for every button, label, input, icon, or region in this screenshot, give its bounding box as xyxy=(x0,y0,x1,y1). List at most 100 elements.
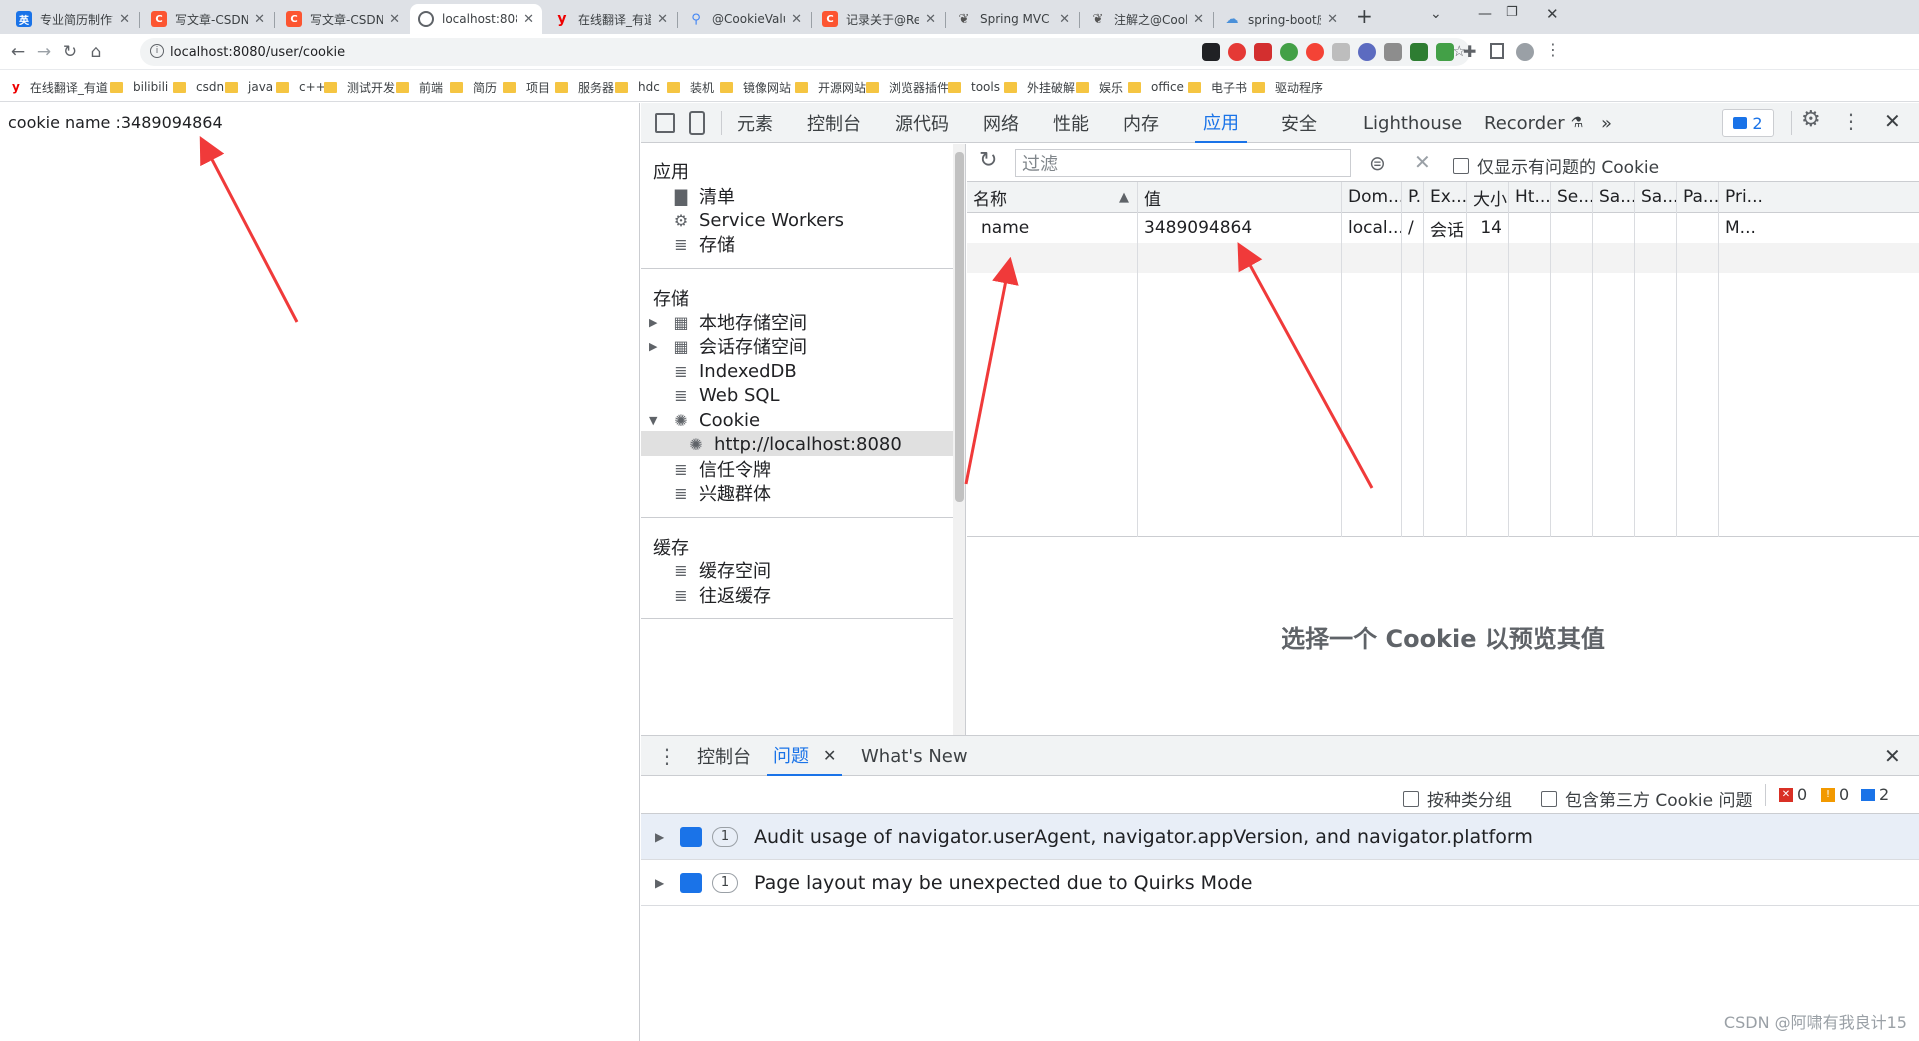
inspect-element-icon[interactable] xyxy=(655,113,675,133)
bookmark-item[interactable]: java xyxy=(225,78,273,96)
column-header-value[interactable]: 值 xyxy=(1138,182,1341,213)
extension-icon[interactable] xyxy=(1436,43,1454,61)
device-toolbar-icon[interactable] xyxy=(689,111,705,135)
extension-icon[interactable] xyxy=(1280,43,1298,61)
column-header-secure[interactable]: Se... xyxy=(1551,182,1592,213)
tab-recorder[interactable]: Recorder ⚗ xyxy=(1484,103,1583,143)
close-icon[interactable]: ✕ xyxy=(119,12,130,27)
extension-icon[interactable] xyxy=(1254,43,1272,61)
back-arrow-icon[interactable]: ← xyxy=(6,40,30,64)
reload-icon[interactable]: ↻ xyxy=(58,40,82,64)
bookmark-item[interactable]: hdc xyxy=(615,78,660,96)
minimize-button[interactable]: — xyxy=(1478,6,1492,22)
extension-icon[interactable] xyxy=(1384,43,1402,61)
column-header-domain[interactable]: Dom... xyxy=(1342,182,1401,213)
browser-tab[interactable]: ❦ Spring MVC @Co ✕ xyxy=(948,4,1078,34)
cookie-priority-cell[interactable]: M... xyxy=(1719,213,1919,243)
drawer-tab-console[interactable]: 控制台 xyxy=(697,736,751,776)
issue-row[interactable]: ▶ 1 Audit usage of navigator.userAgent, … xyxy=(641,814,1919,860)
extension-icon[interactable] xyxy=(1228,43,1246,61)
extension-icon[interactable] xyxy=(1358,43,1376,61)
cookie-domain-cell[interactable]: local... xyxy=(1342,213,1401,243)
column-header-priority[interactable]: Pri... xyxy=(1719,182,1919,213)
collapse-triangle-icon[interactable]: ▼ xyxy=(649,414,657,427)
expand-triangle-icon[interactable]: ▶ xyxy=(655,876,664,890)
bookmark-item[interactable]: csdn xyxy=(173,78,224,96)
kebab-menu-icon[interactable]: ⋮ xyxy=(1841,109,1861,133)
tab-lighthouse[interactable]: Lighthouse xyxy=(1363,103,1462,143)
sidepanel-icon[interactable] xyxy=(1490,43,1504,59)
sidebar-item-cookie-origin[interactable]: ✺ http://localhost:8080 xyxy=(686,430,902,458)
column-header-name[interactable]: 名称 ▲ xyxy=(967,182,1137,213)
issue-row[interactable]: ▶ 1 Page layout may be unexpected due to… xyxy=(641,860,1919,906)
new-tab-button[interactable]: + xyxy=(1356,4,1373,28)
checkbox-box[interactable] xyxy=(1541,790,1557,807)
bookmark-item[interactable]: 驱动程序 xyxy=(1252,78,1323,96)
close-icon[interactable]: ✕ xyxy=(1193,12,1204,27)
expand-triangle-icon[interactable]: ▶ xyxy=(649,340,657,353)
extension-icon[interactable] xyxy=(1332,43,1350,61)
close-tab-icon[interactable]: ✕ xyxy=(823,746,836,765)
bookmark-item[interactable]: bilibili xyxy=(110,78,168,96)
drawer-tab-issues[interactable]: 问题 ✕ xyxy=(767,736,843,776)
column-header-path[interactable]: P. xyxy=(1402,182,1423,213)
bookmark-item[interactable]: 外挂破解 xyxy=(1004,78,1075,96)
tab-console[interactable]: 控制台 xyxy=(807,103,861,143)
bookmark-item[interactable]: y 在线翻译_有道 xyxy=(12,78,108,96)
only-issues-checkbox[interactable]: 仅显示有问题的 Cookie xyxy=(1453,153,1659,178)
bookmark-item[interactable]: 浏览器插件 xyxy=(866,78,949,96)
expand-triangle-icon[interactable]: ▶ xyxy=(655,830,664,844)
tab-network[interactable]: 网络 xyxy=(983,103,1019,143)
close-icon[interactable]: ✕ xyxy=(1327,12,1338,27)
settings-gear-icon[interactable]: ⚙ xyxy=(1801,107,1821,132)
column-header-sameparty[interactable]: Sa... xyxy=(1635,182,1676,213)
issues-counter-button[interactable]: 2 xyxy=(1722,109,1774,137)
sidebar-scrollbar[interactable] xyxy=(953,144,965,735)
bookmark-item[interactable]: 开源网站 xyxy=(795,78,866,96)
sidebar-item-cache-storage[interactable]: ≣ 缓存空间 xyxy=(671,556,771,584)
cookie-expires-cell[interactable]: 会话 xyxy=(1424,213,1466,243)
delete-selected-icon[interactable]: ✕ xyxy=(1414,150,1431,174)
browser-tab[interactable]: C 写文章-CSDN博客 ✕ xyxy=(143,4,273,34)
checkbox-box[interactable] xyxy=(1403,790,1419,807)
bookmark-item[interactable]: c++ xyxy=(276,78,326,96)
expand-triangle-icon[interactable]: ▶ xyxy=(649,316,657,329)
extension-icon[interactable] xyxy=(1202,43,1220,61)
more-tabs-button[interactable]: » xyxy=(1601,103,1612,143)
info-icon[interactable]: i xyxy=(150,44,164,58)
tab-security[interactable]: 安全 xyxy=(1281,103,1317,143)
bookmark-item[interactable]: tools xyxy=(948,78,1000,96)
refresh-icon[interactable]: ↻ xyxy=(979,148,997,173)
scrollbar-thumb[interactable] xyxy=(955,152,964,502)
group-by-kind-checkbox[interactable]: 按种类分组 xyxy=(1403,786,1512,811)
bookmark-item[interactable]: 电子书 xyxy=(1188,78,1247,96)
column-header-partition-key[interactable]: Pa... xyxy=(1677,182,1718,213)
tab-application[interactable]: 应用 xyxy=(1195,103,1247,143)
column-header-expires[interactable]: Ex... xyxy=(1424,182,1466,213)
column-header-size[interactable]: 大小 xyxy=(1467,182,1508,213)
menu-icon[interactable]: ⋮ xyxy=(1545,40,1561,59)
extension-icon[interactable] xyxy=(1306,43,1324,61)
tab-memory[interactable]: 内存 xyxy=(1123,103,1159,143)
close-icon[interactable]: ✕ xyxy=(791,12,802,27)
browser-tab[interactable]: C 写文章-CSDN创作 ✕ xyxy=(278,4,408,34)
clear-all-icon[interactable]: ⊜ xyxy=(1369,151,1386,175)
browser-tab[interactable]: ⚲ @CookieValue(va ✕ xyxy=(680,4,810,34)
cookie-path-cell[interactable]: / xyxy=(1402,213,1423,243)
close-drawer-icon[interactable]: ✕ xyxy=(1884,744,1901,768)
bookmark-item[interactable]: 测试开发 xyxy=(324,78,395,96)
bookmark-item[interactable]: 项目 xyxy=(503,78,550,96)
tab-elements[interactable]: 元素 xyxy=(737,103,773,143)
include-third-party-checkbox[interactable]: 包含第三方 Cookie 问题 xyxy=(1541,786,1753,811)
close-icon[interactable]: ✕ xyxy=(523,12,534,27)
cookie-value-cell[interactable]: 3489094864 xyxy=(1138,213,1341,243)
browser-tab[interactable]: ❦ 注解之@CookieV ✕ xyxy=(1082,4,1212,34)
puzzle-icon[interactable]: ✚ xyxy=(1463,42,1476,61)
sidebar-item-session-storage[interactable]: ▶ ▦ 会话存储空间 xyxy=(649,332,807,360)
browser-tab[interactable]: y 在线翻译_有道 ✕ xyxy=(546,4,676,34)
bookmark-item[interactable]: 服务器 xyxy=(555,78,614,96)
close-icon[interactable]: ✕ xyxy=(1059,12,1070,27)
cookie-size-cell[interactable]: 14 xyxy=(1467,213,1508,243)
drawer-tab-whats-new[interactable]: What's New xyxy=(861,736,968,776)
browser-tab[interactable]: C 记录关于@Reque ✕ xyxy=(814,4,944,34)
